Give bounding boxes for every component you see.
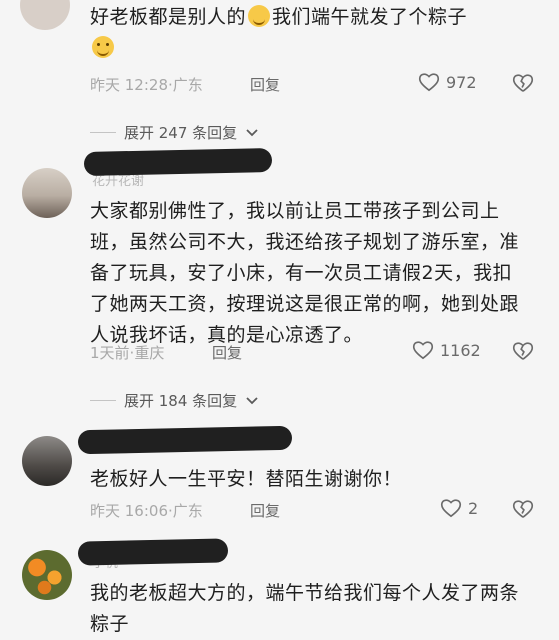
avatar[interactable]	[20, 0, 70, 30]
expand-label: 展开 247 条回复	[124, 124, 238, 142]
expand-replies[interactable]: 展开 247 条回复	[90, 122, 259, 143]
broken-heart-icon[interactable]	[512, 341, 534, 361]
chevron-down-icon	[246, 396, 258, 404]
heart-icon	[440, 499, 462, 518]
comment-location: 广东	[172, 502, 203, 520]
avatar[interactable]	[22, 550, 72, 600]
expand-label: 展开 184 条回复	[124, 392, 238, 410]
broken-heart-icon[interactable]	[512, 73, 534, 93]
comment-meta: 昨天 16:06·广东	[90, 502, 203, 520]
like-button[interactable]: 1162	[412, 340, 481, 360]
comment-text-part: 好老板都是别人的	[90, 6, 247, 28]
comment-meta: 昨天 12:28·广东	[90, 76, 203, 94]
comment-time: 1天前	[90, 344, 130, 362]
reply-button[interactable]: 回复	[212, 342, 242, 363]
like-button[interactable]: 2	[440, 498, 478, 518]
comment-text: 老板好人一生平安！替陌生谢谢你！	[90, 468, 403, 490]
pleading-emoji-icon	[92, 36, 114, 58]
expand-replies[interactable]: 展开 184 条回复	[90, 390, 259, 411]
username-redacted	[83, 148, 273, 176]
reply-button[interactable]: 回复	[250, 74, 280, 95]
comment-time: 昨天 12:28	[90, 76, 168, 94]
avatar[interactable]	[22, 436, 72, 486]
comment-text: 大家都别佛性了，我以前让员工带孩子到公司上班，虽然公司不大，我还给孩子规划了游乐…	[90, 200, 520, 346]
like-count: 972	[446, 72, 477, 92]
like-count: 1162	[440, 340, 481, 360]
reply-button[interactable]: 回复	[250, 500, 280, 521]
divider-line	[90, 132, 116, 133]
laughing-emoji-icon	[248, 5, 271, 27]
avatar[interactable]	[22, 168, 72, 218]
comment-meta: 1天前·重庆	[90, 344, 165, 362]
comment-text: 我的老板超大方的，端午节给我们每个人发了两条粽子	[90, 582, 520, 635]
comment-text: 好老板都是别人的 我们端午就发了个粽子	[90, 2, 530, 64]
divider-line	[90, 400, 116, 401]
username-redacted	[77, 425, 293, 455]
comment-time: 昨天 16:06	[90, 502, 168, 520]
heart-icon	[418, 73, 440, 92]
username-redacted	[77, 538, 229, 566]
comment-location: 重庆	[134, 344, 165, 362]
heart-icon	[412, 341, 434, 360]
like-count: 2	[468, 498, 479, 518]
broken-heart-icon[interactable]	[512, 499, 534, 519]
like-button[interactable]: 972	[418, 72, 477, 92]
comment-text-part: 我们端午就发了个粽子	[272, 6, 468, 28]
comment-location: 广东	[172, 76, 203, 94]
chevron-down-icon	[246, 128, 258, 136]
